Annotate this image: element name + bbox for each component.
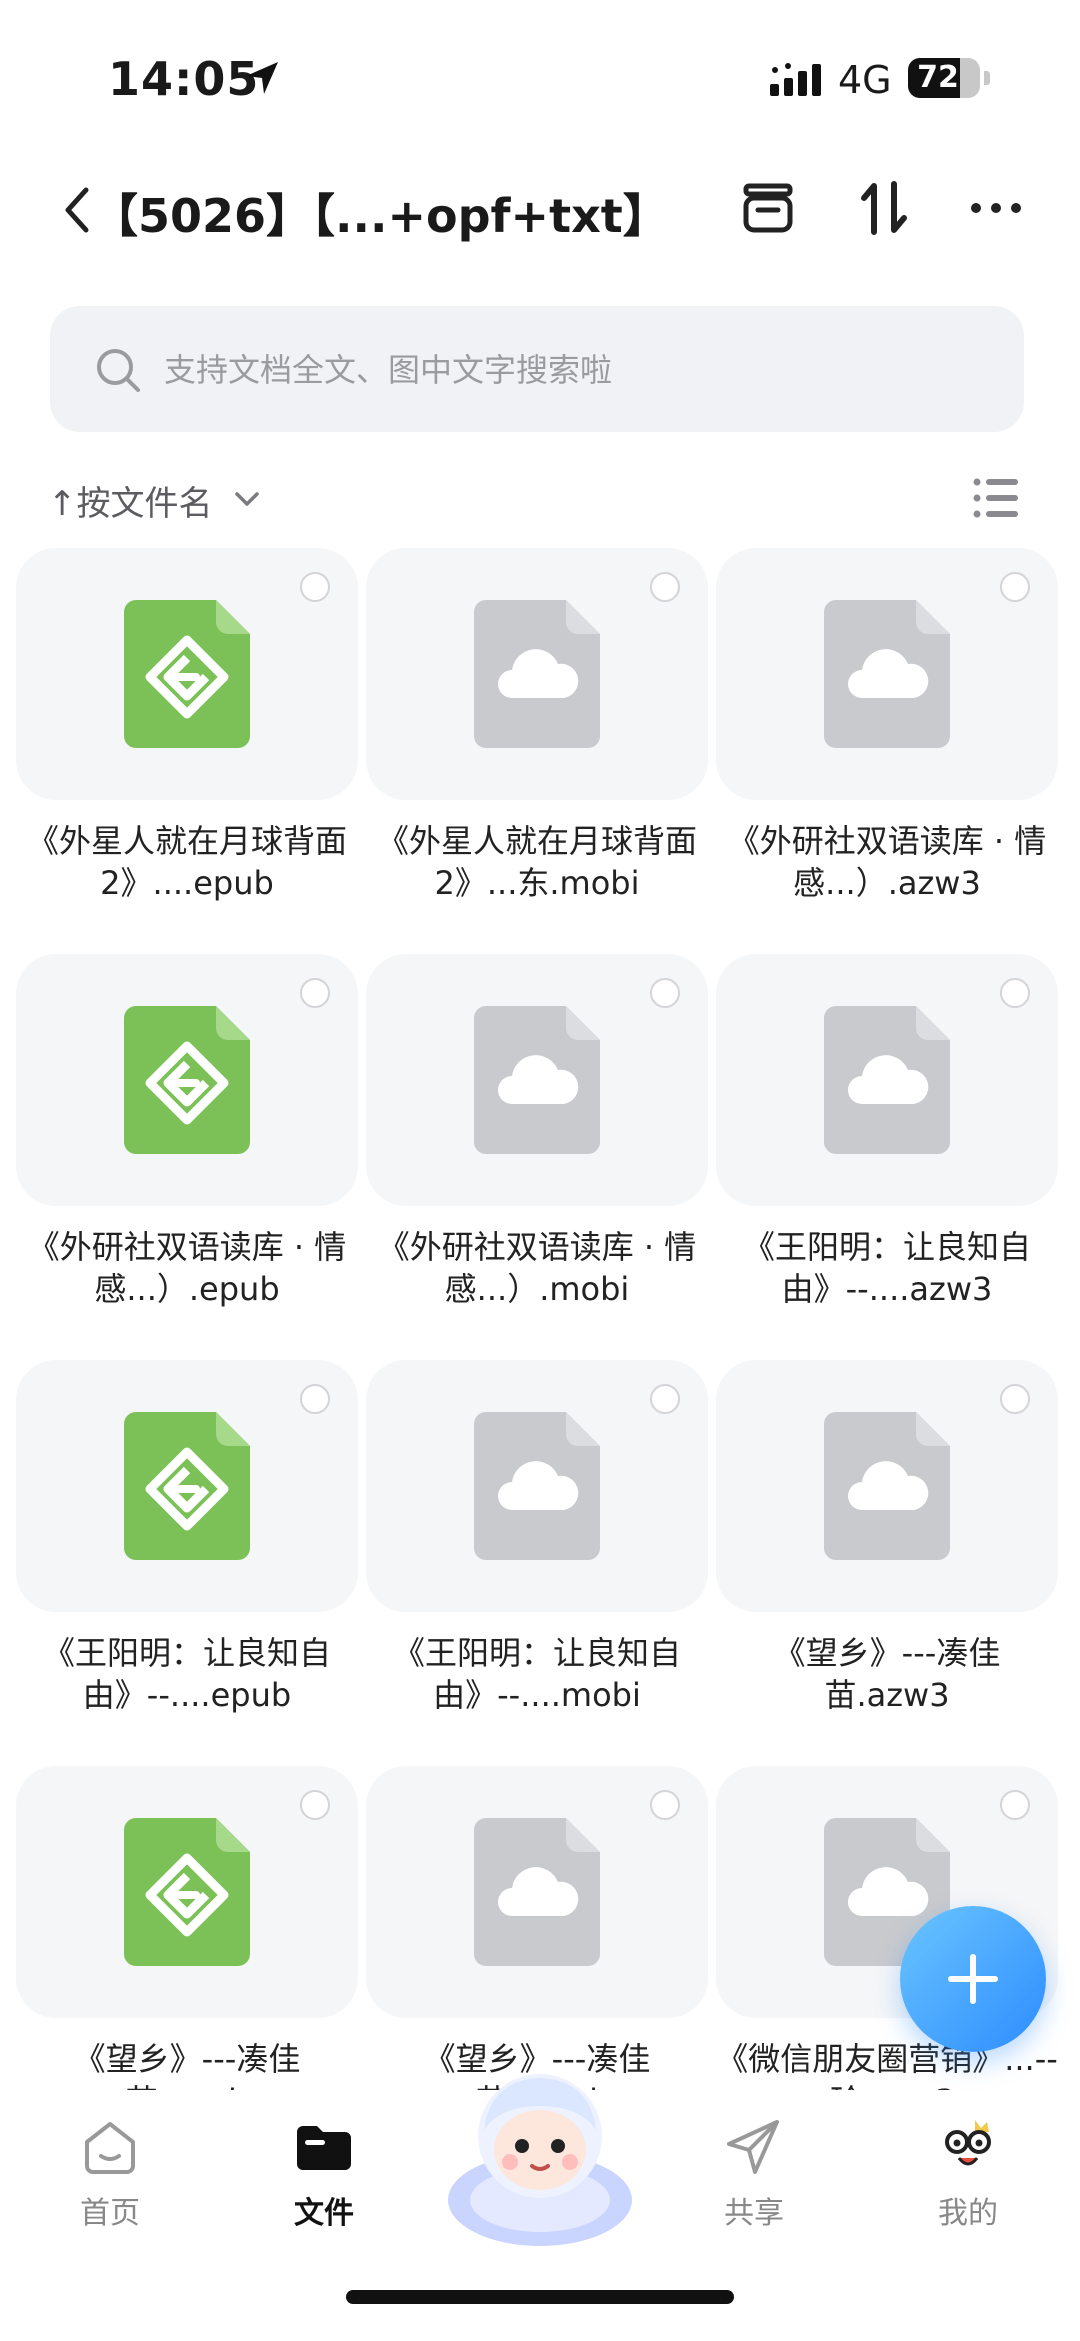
page-title: 【5026】【...+opf+txt】 xyxy=(92,189,669,243)
select-radio[interactable] xyxy=(650,1384,680,1414)
epub-file-icon xyxy=(124,1412,250,1560)
header: 【5026】【...+opf+txt】 xyxy=(0,160,1080,260)
select-radio[interactable] xyxy=(300,978,330,1008)
plus-icon xyxy=(948,1954,998,2004)
file-thumbnail[interactable] xyxy=(16,548,358,800)
file-tile[interactable]: 《望乡》---凑佳苗.azw3 xyxy=(716,1360,1058,1716)
add-button[interactable] xyxy=(900,1906,1046,2052)
select-radio[interactable] xyxy=(650,572,680,602)
battery-indicator: 72 xyxy=(908,58,990,98)
cloud-file-icon xyxy=(474,1412,600,1560)
file-thumbnail[interactable] xyxy=(16,954,358,1206)
file-name: 《微信朋友圈营销》...---玲.azw3 xyxy=(716,2040,1058,2093)
archive-box-icon[interactable] xyxy=(736,176,800,240)
nav-mine-label: 我的 xyxy=(938,2196,998,2231)
battery-percent: 72 xyxy=(917,60,959,95)
nav-home[interactable]: 首页 xyxy=(30,2114,190,2232)
file-tile[interactable]: 《王阳明：让良知自由》--....epub xyxy=(16,1360,358,1716)
file-name: 《王阳明：让良知自由》--....mobi xyxy=(392,1634,681,1714)
chevron-down-icon[interactable] xyxy=(232,484,262,514)
mascot-avatar[interactable] xyxy=(440,2050,640,2250)
cloud-file-icon xyxy=(474,600,600,748)
file-tile[interactable]: 《王阳明：让良知自由》--....mobi xyxy=(366,1360,708,1716)
select-radio[interactable] xyxy=(300,1384,330,1414)
file-thumbnail[interactable] xyxy=(716,954,1058,1206)
search-input[interactable] xyxy=(162,336,986,404)
select-radio[interactable] xyxy=(1000,572,1030,602)
nav-home-label: 首页 xyxy=(80,2196,140,2231)
select-radio[interactable] xyxy=(300,1790,330,1820)
nav-share[interactable]: 共享 xyxy=(674,2114,834,2232)
select-radio[interactable] xyxy=(1000,1790,1030,1820)
paper-plane-icon xyxy=(727,2120,779,2174)
file-thumbnail[interactable] xyxy=(366,548,708,800)
select-radio[interactable] xyxy=(300,572,330,602)
sort-by-filename[interactable]: ↑按文件名 xyxy=(48,476,213,525)
signal-icon xyxy=(770,63,821,96)
file-name: 《外星人就在月球背面 2》...东.mobi xyxy=(376,822,697,902)
file-name: 《外星人就在月球背面 2》....epub xyxy=(26,822,347,902)
network-type: 4G xyxy=(838,58,892,102)
file-tile[interactable]: 《外星人就在月球背面 2》....epub xyxy=(16,548,358,904)
nav-share-label: 共享 xyxy=(724,2196,784,2231)
folder-icon xyxy=(297,2126,351,2170)
cloud-file-icon xyxy=(824,1006,950,1154)
cloud-file-icon xyxy=(474,1818,600,1966)
list-view-icon[interactable] xyxy=(972,476,1020,520)
file-tile[interactable]: 《王阳明：让良知自由》--....azw3 xyxy=(716,954,1058,1310)
file-thumbnail[interactable] xyxy=(16,1766,358,2018)
file-thumbnail[interactable] xyxy=(366,1766,708,2018)
file-tile[interactable]: 《望乡》---凑佳苗.epub xyxy=(16,1766,358,2093)
select-radio[interactable] xyxy=(650,978,680,1008)
file-name: 《望乡》---凑佳苗.epub xyxy=(73,2040,301,2093)
profile-face-icon xyxy=(945,2120,991,2166)
file-thumbnail[interactable] xyxy=(716,548,1058,800)
file-name: 《外研社双语读库 · 情感...）.epub xyxy=(27,1228,347,1308)
file-grid: 《外星人就在月球背面 2》....epub 《外星人就在月球背面 2》...东.m… xyxy=(0,548,1080,2093)
status-time: 14:05 xyxy=(108,52,260,106)
cloud-file-icon xyxy=(474,1006,600,1154)
select-radio[interactable] xyxy=(650,1790,680,1820)
select-radio[interactable] xyxy=(1000,978,1030,1008)
file-tile[interactable]: 《望乡》---凑佳苗.mobi xyxy=(366,1766,708,2093)
select-radio[interactable] xyxy=(1000,1384,1030,1414)
search-icon xyxy=(97,349,140,392)
file-tile[interactable]: 《外星人就在月球背面 2》...东.mobi xyxy=(366,548,708,904)
cloud-file-icon xyxy=(824,1412,950,1560)
search-bar[interactable] xyxy=(50,306,1024,432)
file-name: 《望乡》---凑佳苗.azw3 xyxy=(773,1634,1001,1714)
cloud-file-icon xyxy=(824,600,950,748)
nav-mine[interactable]: 我的 xyxy=(888,2114,1048,2232)
file-thumbnail[interactable] xyxy=(366,954,708,1206)
epub-file-icon xyxy=(124,1818,250,1966)
location-arrow-icon xyxy=(246,62,278,94)
epub-file-icon xyxy=(124,1006,250,1154)
file-tile[interactable]: 《外研社双语读库 · 情感...）.azw3 xyxy=(716,548,1058,904)
file-tile[interactable]: 《外研社双语读库 · 情感...）.epub xyxy=(16,954,358,1310)
file-thumbnail[interactable] xyxy=(16,1360,358,1612)
file-name: 《王阳明：让良知自由》--....azw3 xyxy=(742,1228,1031,1308)
sort-arrows-icon[interactable] xyxy=(852,176,916,240)
file-thumbnail[interactable] xyxy=(716,1360,1058,1612)
home-icon xyxy=(85,2122,135,2174)
nav-files[interactable]: 文件 xyxy=(244,2114,404,2232)
file-name: 《外研社双语读库 · 情感...）.azw3 xyxy=(727,822,1047,902)
back-chevron-icon[interactable] xyxy=(56,180,96,240)
epub-file-icon xyxy=(124,600,250,748)
file-name: 《外研社双语读库 · 情感...）.mobi xyxy=(377,1228,697,1308)
status-bar: 14:05 4G 72 xyxy=(0,0,1080,140)
file-name: 《王阳明：让良知自由》--....epub xyxy=(42,1634,331,1714)
home-indicator xyxy=(346,2290,734,2304)
sort-bar: ↑按文件名 xyxy=(0,468,1080,528)
file-thumbnail[interactable] xyxy=(366,1360,708,1612)
file-tile[interactable]: 《外研社双语读库 · 情感...）.mobi xyxy=(366,954,708,1310)
more-options-icon[interactable] xyxy=(964,176,1028,240)
nav-files-label: 文件 xyxy=(294,2196,354,2231)
